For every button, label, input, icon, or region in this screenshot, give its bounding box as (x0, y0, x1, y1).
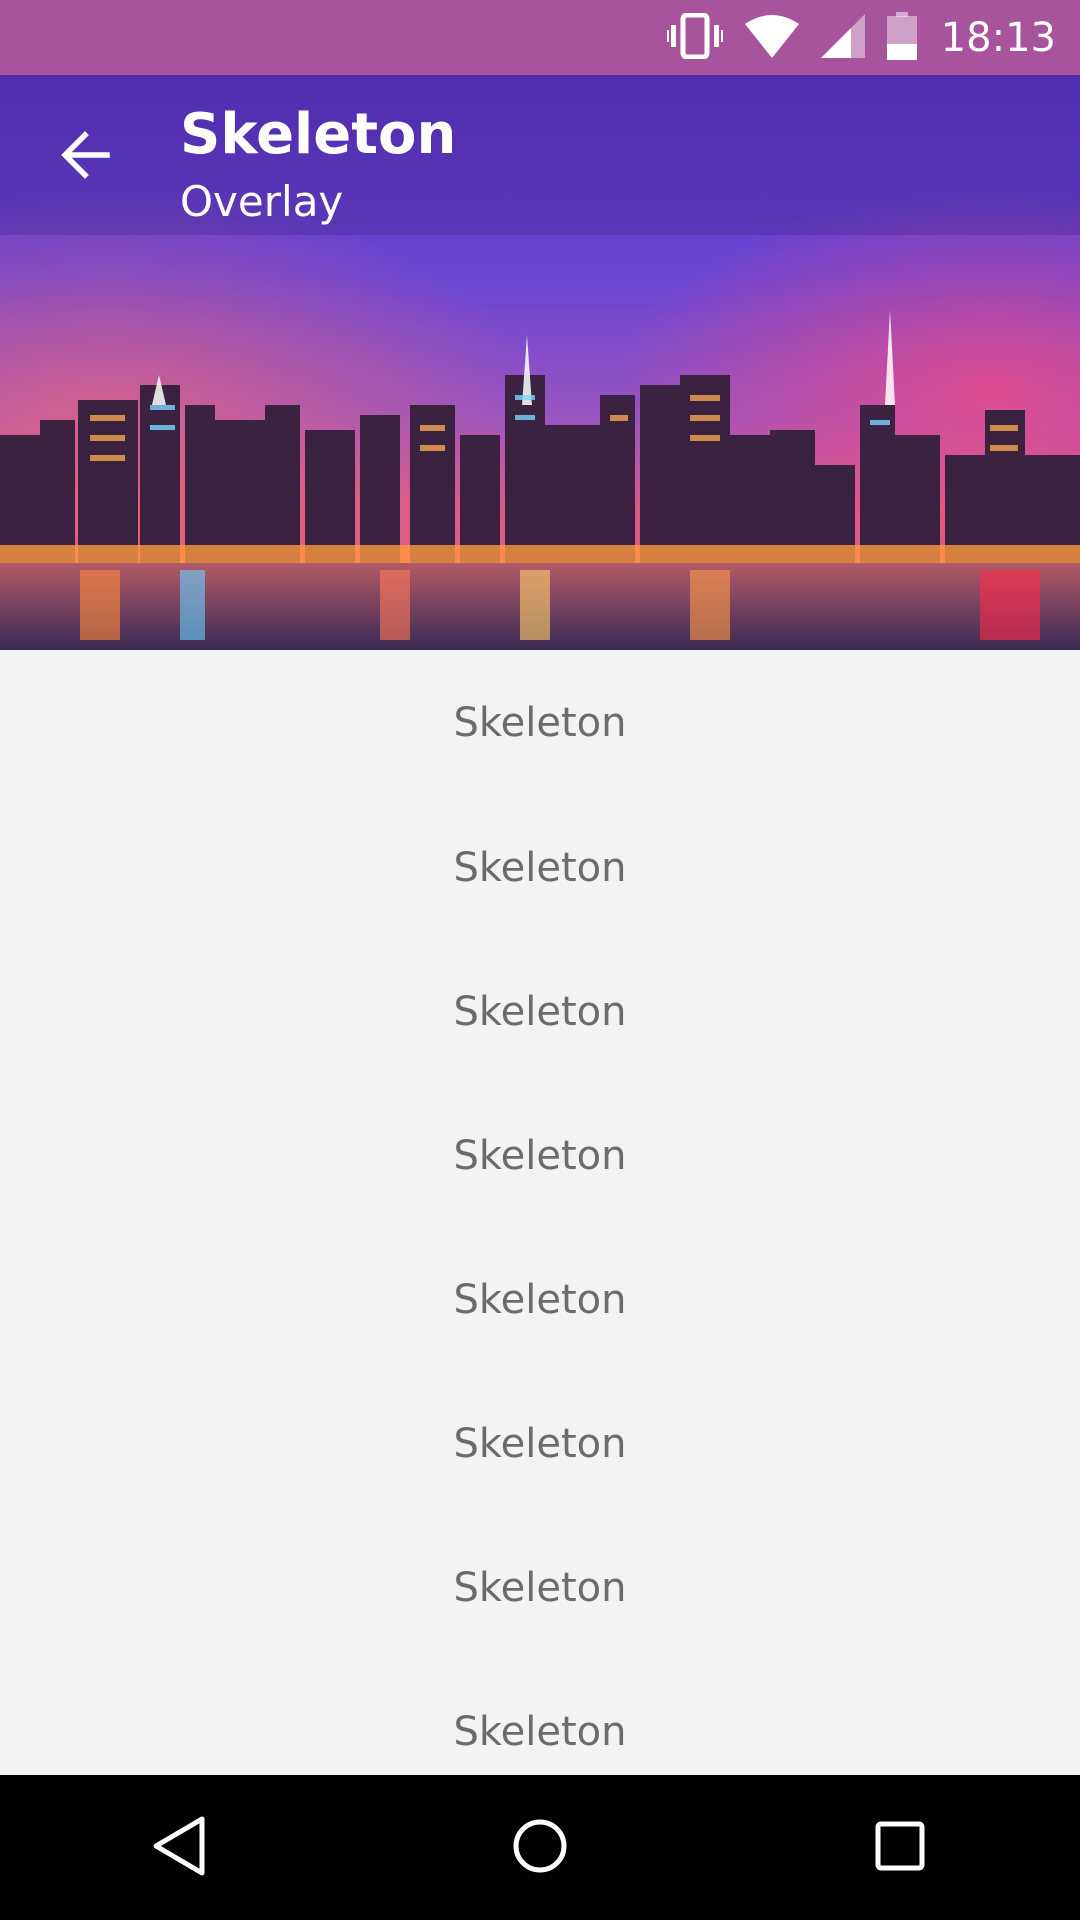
back-triangle-icon (150, 1815, 210, 1881)
page-title: Skeleton (180, 102, 457, 167)
back-button[interactable] (40, 112, 130, 202)
vibrate-icon (664, 12, 725, 63)
nav-back-button[interactable] (110, 1788, 250, 1908)
arrow-back-icon (59, 129, 111, 185)
status-icons (664, 11, 917, 64)
battery-icon (886, 11, 917, 64)
toolbar-title-block: Skeleton Overlay (180, 100, 456, 234)
nav-recents-button[interactable] (830, 1788, 970, 1908)
status-time: 18:13 (940, 14, 1056, 61)
skeleton-list: Skeleton Skeleton Skeleton Skeleton Skel… (0, 650, 1080, 1775)
collapsing-toolbar: Skeleton Overlay (0, 75, 1080, 650)
nav-home-button[interactable] (470, 1788, 610, 1908)
navigation-bar (0, 1775, 1080, 1920)
city-skyline-image (0, 75, 1080, 650)
list-item[interactable]: Skeleton (0, 796, 1080, 940)
app-screen: 18:13 Skeleton Overlay Skeleton Skeleton… (0, 0, 1080, 1920)
list-item[interactable]: Skeleton (0, 1372, 1080, 1516)
list-item[interactable]: Skeleton (0, 1660, 1080, 1775)
list-item[interactable]: Skeleton (0, 940, 1080, 1084)
list-item[interactable]: Skeleton (0, 650, 1080, 796)
list-item[interactable]: Skeleton (0, 1228, 1080, 1372)
recents-square-icon (872, 1818, 928, 1878)
home-circle-icon (510, 1816, 570, 1880)
list-item[interactable]: Skeleton (0, 1516, 1080, 1660)
wifi-icon (744, 14, 799, 62)
cell-signal-icon (820, 13, 865, 62)
list-item[interactable]: Skeleton (0, 1084, 1080, 1228)
status-bar: 18:13 (0, 0, 1080, 75)
page-subtitle: Overlay (180, 177, 344, 226)
